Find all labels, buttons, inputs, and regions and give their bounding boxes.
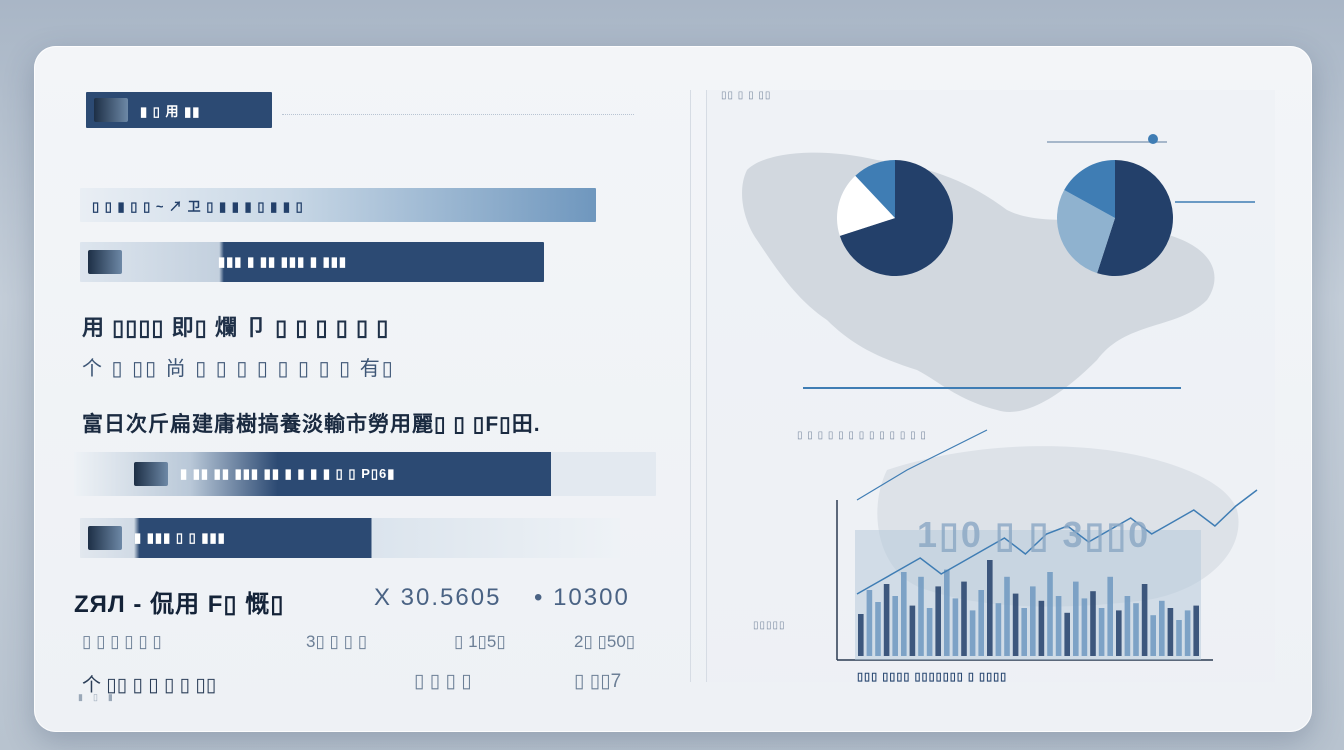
slider-knob bbox=[1148, 134, 1158, 144]
row-8-thumbnail-icon bbox=[88, 526, 122, 550]
chart-panel: ▯▯ ▯ ▯ ▯▯ ▯ ▯ ▯ ▯ ▯ ▯ ▯ ▯ ▯ ▯ ▯ ▯ ▯ 1▯0 … bbox=[706, 90, 1275, 683]
bar-20 bbox=[1030, 586, 1036, 656]
bar-4 bbox=[892, 596, 898, 656]
bar-19 bbox=[1021, 608, 1027, 656]
line-10-a: ▯ ▯ ▯ ▯ ▯ ▯ bbox=[82, 632, 162, 651]
header-thumbnail-icon bbox=[94, 98, 128, 122]
stat-line-value-total: • 10300 bbox=[534, 584, 630, 611]
bar-18 bbox=[1012, 593, 1019, 656]
bar-1 bbox=[866, 590, 873, 656]
row-3-thumbnail-icon bbox=[88, 250, 122, 274]
line-11-b: ▯ ▯ ▯ ▯ bbox=[414, 671, 472, 692]
line-11-c: ▯ ▯▯7 bbox=[574, 671, 622, 692]
stat-line-label: ZЯЛ - 侃用 F▯ 慨▯ bbox=[74, 591, 285, 618]
bar-9 bbox=[935, 586, 941, 656]
footer-dot-3: ▮ bbox=[107, 691, 113, 702]
bar-7 bbox=[918, 576, 924, 656]
pie-chart-2 bbox=[1057, 160, 1173, 276]
footer-strip: ▮ ▯ ▮ bbox=[78, 692, 658, 702]
bar-35 bbox=[1159, 600, 1165, 656]
chart-overlay-value: 1▯0 ▯ ▯ 3▯▯0 bbox=[917, 514, 1151, 555]
bar-33 bbox=[1141, 584, 1148, 656]
text-line-4: 用 ▯▯▯▯ 即▯ 爛 卩 ▯ ▯ ▯ ▯ ▯ ▯ bbox=[82, 315, 390, 340]
line-10-c: ▯ 1▯5▯ bbox=[454, 632, 506, 651]
stat-line-value-x: X 30.5605 bbox=[374, 584, 502, 611]
bar-11 bbox=[952, 598, 959, 656]
bar-16 bbox=[995, 603, 1002, 656]
bar-24 bbox=[1064, 612, 1070, 656]
row-3-label: ▮▮▮ ▮ ▮▮ ▮▮▮ ▮ ▮▮▮ bbox=[218, 254, 348, 269]
header-bar[interactable]: ▮ ▯ 用 ▮▮ bbox=[86, 92, 272, 128]
bar-27 bbox=[1090, 591, 1096, 656]
row-7-thumbnail-icon bbox=[134, 462, 168, 486]
bar-29 bbox=[1107, 576, 1113, 656]
bar-8 bbox=[926, 608, 933, 656]
bar-17 bbox=[1004, 576, 1010, 656]
bar-6 bbox=[909, 605, 916, 656]
footer-dot-2: ▯ bbox=[92, 691, 98, 702]
chart-canvas bbox=[742, 134, 1258, 661]
text-line-5: 个 ▯ ▯▯ 尚 ▯ ▯ ▯ ▯ ▯ ▯ ▯ ▯ 有▯ bbox=[82, 358, 395, 380]
chart-footer-label: ▯▯▯ ▯▯▯▯ ▯▯▯▯▯▯▯ ▯ ▯▯▯▯ bbox=[857, 671, 1008, 683]
bar-39 bbox=[1193, 605, 1199, 656]
row-7-label: ▮ ▮▮ ▮▮ ▮▮▮ ▮▮ ▮ ▮ ▮ ▮ ▯ ▯ P▯6▮ bbox=[180, 466, 396, 481]
header-divider bbox=[282, 108, 634, 115]
bar-14 bbox=[978, 590, 984, 656]
bar-26 bbox=[1081, 598, 1088, 656]
line-10-b: 3▯ ▯ ▯ ▯ bbox=[306, 632, 368, 651]
row-8-label: ▮ ▮▮▮ ▯ ▯ ▮▮▮ bbox=[134, 530, 226, 545]
row-2-label: ▯ ▯ ▮ ▯ ▯ ~ ↗ 卫 ▯ ▮ ▮ ▮ ▯ ▮ ▮ ▯ bbox=[92, 198, 304, 214]
line-10-d: 2▯ ▯50▯ bbox=[574, 632, 636, 651]
text-panel: ▮ ▯ 用 ▮▮ ▯ ▯ ▮ ▯ ▯ ~ ↗ 卫 ▯ ▮ ▮ ▮ ▯ ▮ ▮ ▯… bbox=[74, 90, 691, 696]
bar-31 bbox=[1124, 596, 1131, 656]
bar-30 bbox=[1116, 610, 1122, 656]
bar-23 bbox=[1055, 596, 1062, 656]
bar-38 bbox=[1184, 610, 1191, 656]
y-axis-caption: ▯▯▯▯▯ bbox=[753, 620, 786, 631]
bar-34 bbox=[1150, 615, 1156, 656]
bar-13 bbox=[969, 610, 976, 656]
row-8-bar[interactable]: ▮ ▮▮▮ ▯ ▯ ▮▮▮ bbox=[80, 518, 620, 558]
bar-36 bbox=[1167, 608, 1174, 656]
bar-28 bbox=[1098, 608, 1105, 656]
bar-22 bbox=[1047, 572, 1053, 656]
bar-21 bbox=[1038, 600, 1045, 656]
row-3-bar[interactable]: ▮▮▮ ▮ ▮▮ ▮▮▮ ▮ ▮▮▮ bbox=[80, 242, 544, 282]
bar-0 bbox=[858, 614, 864, 656]
bar-12 bbox=[961, 581, 967, 656]
bar-25 bbox=[1073, 581, 1079, 656]
bar-32 bbox=[1133, 603, 1139, 656]
bar-15 bbox=[987, 560, 993, 656]
pie-chart-1 bbox=[837, 160, 953, 276]
bar-37 bbox=[1176, 620, 1182, 656]
mid-caption: ▯ ▯ ▯ ▯ ▯ ▯ ▯ ▯ ▯ ▯ ▯ ▯ ▯ bbox=[797, 430, 927, 441]
row-7-bar[interactable]: ▮ ▮▮ ▮▮ ▮▮▮ ▮▮ ▮ ▮ ▮ ▮ ▯ ▯ P▯6▮ bbox=[74, 452, 656, 496]
bar-3 bbox=[883, 584, 890, 656]
bar-10 bbox=[944, 569, 950, 656]
footer-dot-1: ▮ bbox=[78, 691, 83, 702]
bar-2 bbox=[875, 602, 881, 656]
row-2-bar[interactable]: ▯ ▯ ▮ ▯ ▯ ~ ↗ 卫 ▯ ▮ ▮ ▮ ▯ ▮ ▮ ▯ bbox=[80, 188, 596, 222]
bar-5 bbox=[901, 572, 907, 656]
dashboard-window: ▮ ▯ 用 ▮▮ ▯ ▯ ▮ ▯ ▯ ~ ↗ 卫 ▯ ▮ ▮ ▮ ▯ ▮ ▮ ▯… bbox=[34, 46, 1312, 732]
text-line-6: 富日次斤扁建庸樹搞養淡輸市勞用麗▯ ▯ ▯F▯田. bbox=[82, 413, 541, 436]
header-bar-label: ▮ ▯ 用 ▮▮ bbox=[140, 103, 201, 119]
